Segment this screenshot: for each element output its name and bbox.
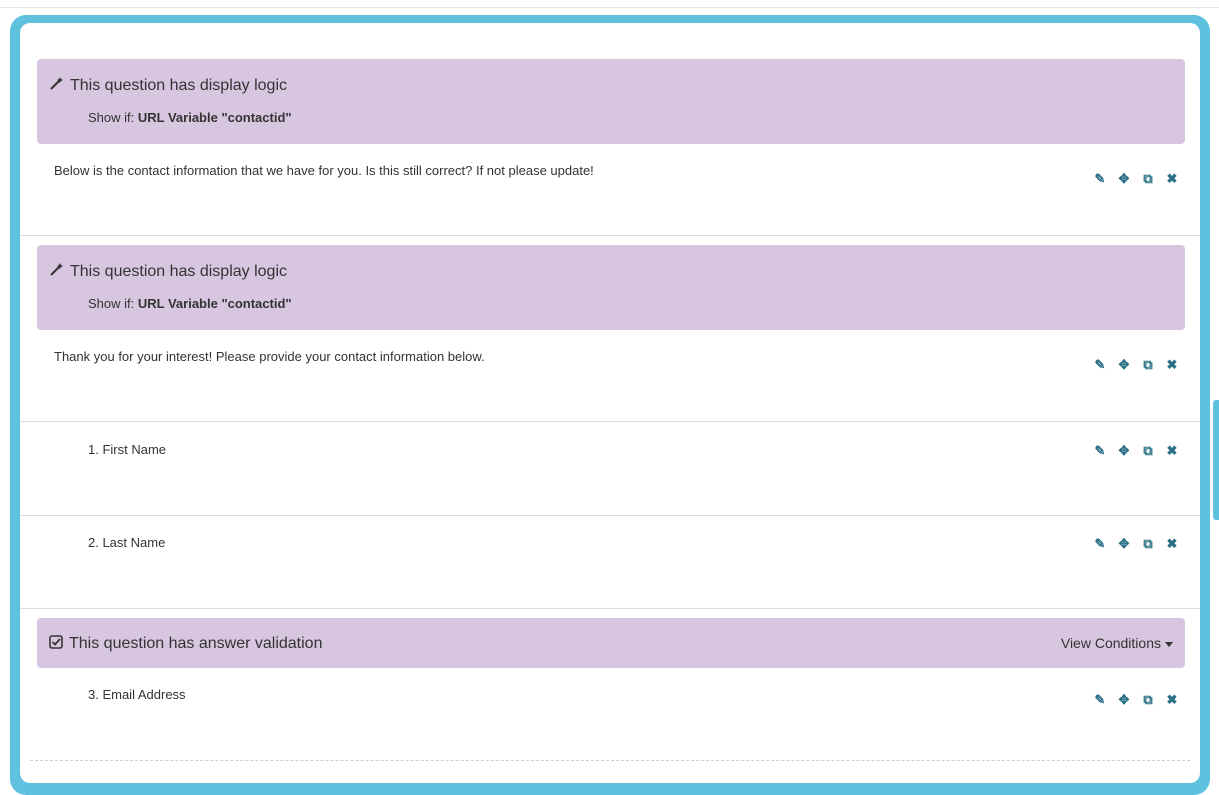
- pencil-icon[interactable]: ✎: [1093, 444, 1107, 458]
- copy-icon[interactable]: ⧉: [1141, 693, 1155, 707]
- scrollbar-edge[interactable]: [1213, 400, 1219, 520]
- view-conditions-dropdown[interactable]: View Conditions: [1061, 635, 1173, 651]
- display-logic-condition: Show if: URL Variable "contactid": [88, 296, 292, 311]
- magic-wand-icon: [49, 262, 64, 281]
- display-logic-condition: Show if: URL Variable "contactid": [88, 110, 292, 125]
- pencil-icon[interactable]: ✎: [1093, 537, 1107, 551]
- close-icon[interactable]: ✖: [1165, 444, 1179, 458]
- caret-down-icon: [1165, 641, 1173, 647]
- copy-icon[interactable]: ⧉: [1141, 537, 1155, 551]
- close-icon[interactable]: ✖: [1165, 537, 1179, 551]
- display-logic-title: This question has display logic: [49, 262, 287, 281]
- display-logic-title: This question has display logic: [49, 76, 287, 95]
- question-actions: ✎ ✥ ⧉ ✖: [1093, 172, 1179, 186]
- question-text: Below is the contact information that we…: [54, 163, 594, 178]
- question-actions: ✎ ✥ ⧉ ✖: [1093, 358, 1179, 372]
- close-icon[interactable]: ✖: [1165, 358, 1179, 372]
- question-actions: ✎ ✥ ⧉ ✖: [1093, 693, 1179, 707]
- pencil-icon[interactable]: ✎: [1093, 358, 1107, 372]
- question-divider: [20, 421, 1200, 422]
- pencil-icon[interactable]: ✎: [1093, 172, 1107, 186]
- display-logic-bar[interactable]: This question has display logic Show if:…: [37, 245, 1185, 330]
- move-icon[interactable]: ✥: [1117, 537, 1131, 551]
- close-icon[interactable]: ✖: [1165, 693, 1179, 707]
- move-icon[interactable]: ✥: [1117, 358, 1131, 372]
- answer-validation-title: This question has answer validation: [49, 635, 322, 653]
- question-text: 2. Last Name: [88, 535, 166, 550]
- copy-icon[interactable]: ⧉: [1141, 172, 1155, 186]
- question-text: 1. First Name: [88, 442, 167, 457]
- pencil-icon[interactable]: ✎: [1093, 693, 1107, 707]
- move-icon[interactable]: ✥: [1117, 444, 1131, 458]
- survey-page-panel: This question has display logic Show if:…: [20, 23, 1200, 783]
- question-actions: ✎ ✥ ⧉ ✖: [1093, 444, 1179, 458]
- move-icon[interactable]: ✥: [1117, 172, 1131, 186]
- magic-wand-icon: [49, 76, 64, 95]
- close-icon[interactable]: ✖: [1165, 172, 1179, 186]
- answer-validation-bar[interactable]: This question has answer validation View…: [37, 618, 1185, 668]
- top-border: [0, 0, 1219, 8]
- display-logic-bar[interactable]: This question has display logic Show if:…: [37, 59, 1185, 144]
- question-divider: [20, 235, 1200, 236]
- page-break-dashed-line: [30, 760, 1190, 761]
- question-actions: ✎ ✥ ⧉ ✖: [1093, 537, 1179, 551]
- move-icon[interactable]: ✥: [1117, 693, 1131, 707]
- question-text: 3. Email Address: [88, 687, 186, 702]
- copy-icon[interactable]: ⧉: [1141, 444, 1155, 458]
- check-square-icon: [49, 635, 63, 653]
- copy-icon[interactable]: ⧉: [1141, 358, 1155, 372]
- question-divider: [20, 515, 1200, 516]
- question-text: Thank you for your interest! Please prov…: [54, 349, 485, 364]
- question-divider: [20, 608, 1200, 609]
